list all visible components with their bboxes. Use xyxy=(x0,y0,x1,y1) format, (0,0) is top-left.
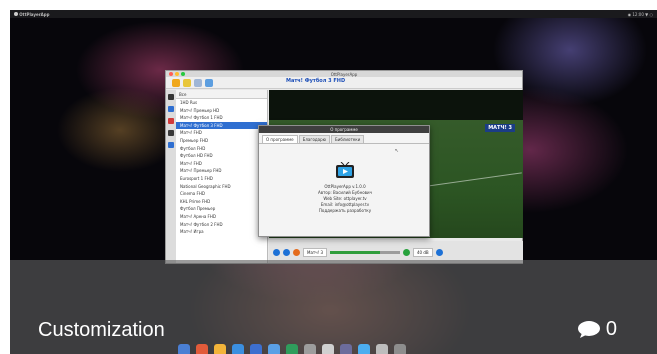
launchpad-icon[interactable] xyxy=(196,344,208,354)
zoom-window-icon[interactable] xyxy=(181,72,185,76)
player-titlebar: OttPlayerApp xyxy=(166,71,522,77)
dialog-cursor-icon: ↖ xyxy=(394,148,399,154)
caption-overlay: Customization 0 xyxy=(10,260,657,354)
channel-item[interactable]: Футбол HD FHD xyxy=(176,152,267,160)
settings-icon[interactable] xyxy=(205,78,213,87)
channel-item[interactable]: Футбол Премьер xyxy=(176,205,267,213)
excel-icon[interactable] xyxy=(286,344,298,354)
buffer-progress xyxy=(330,250,401,254)
terminal-icon[interactable] xyxy=(340,344,352,354)
menubar-left: OttPlayerApp xyxy=(14,11,50,17)
channel-list-header[interactable]: Все xyxy=(176,90,267,99)
play-icon[interactable] xyxy=(273,248,280,256)
stop-icon[interactable] xyxy=(283,248,290,256)
channel-item[interactable]: Матч! Футбол 1 FHD xyxy=(176,114,267,122)
channel-item[interactable]: Матч! FHD xyxy=(176,160,267,168)
volume-field[interactable]: 40 dB xyxy=(413,247,433,257)
channel-item[interactable]: Eurosport 1 FHD xyxy=(176,175,267,183)
star-icon[interactable] xyxy=(183,78,191,87)
tab-about[interactable]: О программе xyxy=(262,135,298,143)
photos-icon[interactable] xyxy=(214,344,226,354)
appstore-icon[interactable] xyxy=(358,344,370,354)
comment-count: 0 xyxy=(605,318,617,340)
channel-item[interactable]: Cinema FHD xyxy=(176,190,267,198)
menubar-status: ◉ 12:00 ▼ ○ xyxy=(627,11,653,17)
apple-icon xyxy=(14,11,18,16)
edit-icon[interactable] xyxy=(168,130,174,136)
comment-counter[interactable]: 0 xyxy=(577,318,617,341)
channel-item[interactable]: Матч! Футбол 3 FHD xyxy=(176,121,267,130)
volume-icon[interactable] xyxy=(403,248,411,256)
settings-dock-icon[interactable] xyxy=(304,344,316,354)
record-button-icon[interactable] xyxy=(293,248,300,256)
folder-icon[interactable] xyxy=(172,78,180,87)
mac-menubar: OttPlayerApp ◉ 12:00 ▼ ○ xyxy=(10,10,657,18)
downloads-icon[interactable] xyxy=(376,344,388,354)
channel-list: Все 1HD Rus Матч! Премьер HD Матч! Футбол … xyxy=(176,90,268,263)
about-titlebar: О программе xyxy=(259,126,429,133)
channel-item[interactable]: Матч! Футбол 2 FHD xyxy=(176,221,267,229)
channel-items: 1HD Rus Матч! Премьер HD Матч! Футбол 1 FH… xyxy=(176,99,267,236)
channel-item[interactable]: Матч! FHD xyxy=(176,129,267,137)
about-dialog: О программе О программе Благодарю Библио… xyxy=(258,125,430,237)
tab-thanks[interactable]: Благодарю xyxy=(298,135,331,143)
about-tabs: О программе Благодарю Библиотеки xyxy=(259,133,429,144)
channel-item[interactable]: Матч! Арена FHD xyxy=(176,213,267,221)
finder-icon[interactable] xyxy=(178,344,190,354)
channel-item[interactable]: National Geographic FHD xyxy=(176,183,267,191)
comment-icon xyxy=(577,321,600,338)
channel-item[interactable]: Матч! Игра xyxy=(176,228,267,236)
tv-logo-icon xyxy=(336,162,354,178)
list-icon[interactable] xyxy=(168,106,174,112)
buffer-progress-fill xyxy=(330,250,381,254)
about-support[interactable]: Поддержать разработку xyxy=(259,208,431,214)
record-icon[interactable] xyxy=(168,118,174,124)
search-icon[interactable] xyxy=(194,78,202,87)
current-channel-field: Матч! 3 xyxy=(303,247,328,257)
tab-libraries[interactable]: Библиотеки xyxy=(331,135,365,143)
info-icon[interactable] xyxy=(168,142,174,148)
channel-item[interactable]: KHL Prime FHD xyxy=(176,198,267,206)
notes-icon[interactable] xyxy=(322,344,334,354)
sidebar-tools xyxy=(166,90,176,263)
close-window-icon[interactable] xyxy=(169,72,173,76)
channel-item[interactable]: Матч! Премьер HD xyxy=(176,107,267,115)
mac-dock xyxy=(178,344,406,354)
channel-item[interactable]: 1HD Rus xyxy=(176,99,267,107)
fullscreen-icon[interactable] xyxy=(435,248,443,256)
channel-item[interactable]: Премьер FHD xyxy=(176,137,267,145)
safari-icon[interactable] xyxy=(232,344,244,354)
channel-item[interactable]: Футбол FHD xyxy=(176,145,267,153)
minimize-window-icon[interactable] xyxy=(175,72,179,76)
now-playing-title: Матч! Футбол 3 FHD xyxy=(286,78,346,84)
channel-logo: МАТЧ! 3 xyxy=(485,124,515,132)
post-thumbnail[interactable]: OttPlayerApp ◉ 12:00 ▼ ○ OttPlayerApp Ма… xyxy=(10,10,657,354)
channel-item[interactable]: Матч! Премьер FHD xyxy=(176,167,267,175)
window-controls xyxy=(169,72,185,76)
category-label[interactable]: Customization xyxy=(38,319,165,342)
word-icon[interactable] xyxy=(250,344,262,354)
trash-icon[interactable] xyxy=(394,344,406,354)
tv-icon[interactable] xyxy=(168,94,174,100)
mail-icon[interactable] xyxy=(268,344,280,354)
player-title: OttPlayerApp xyxy=(330,71,358,77)
about-info: OttPlayerApp v.1.0.0 Автор: Василий Бубн… xyxy=(259,184,431,214)
